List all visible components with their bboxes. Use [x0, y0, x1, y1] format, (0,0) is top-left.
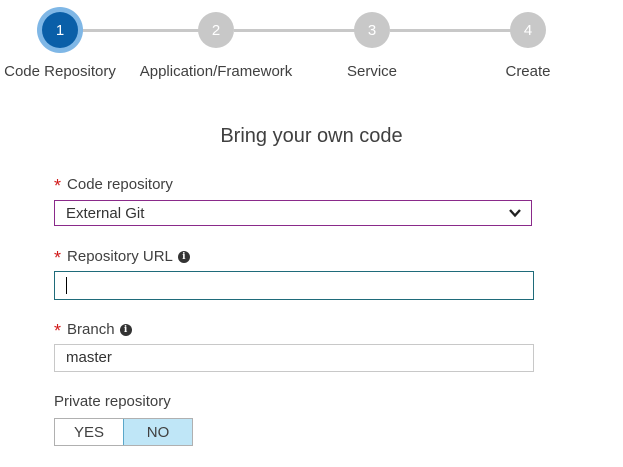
private-repository-label-text: Private repository: [54, 393, 171, 410]
wizard-stepper: 1 2 3 4 Code Repository Application/Fram…: [0, 0, 623, 90]
required-marker: *: [54, 176, 62, 196]
step-connector: [390, 29, 511, 32]
toggle-yes-button[interactable]: YES: [55, 419, 123, 445]
step-connector: [78, 29, 199, 32]
private-repository-label: Private repository: [54, 393, 171, 410]
required-marker: *: [54, 248, 62, 268]
step-3-label: Service: [346, 63, 398, 80]
private-repository-toggle: YES NO: [54, 418, 193, 446]
step-connector: [234, 29, 355, 32]
step-2-circle[interactable]: 2: [198, 12, 234, 48]
step-3-circle[interactable]: 3: [354, 12, 390, 48]
step-4-circle[interactable]: 4: [510, 12, 546, 48]
toggle-no-button[interactable]: NO: [123, 419, 192, 445]
info-icon[interactable]: i: [177, 250, 190, 263]
step-4-label: Create: [505, 63, 551, 80]
chevron-down-icon: [509, 209, 521, 218]
code-repository-select[interactable]: External Git: [54, 200, 532, 226]
branch-label-text: Branch: [67, 321, 115, 338]
branch-value: master: [66, 349, 112, 366]
branch-label: * Branch i: [54, 321, 132, 341]
code-repository-label: * Code repository: [54, 176, 173, 196]
step-2-label: Application/Framework: [139, 63, 293, 80]
code-repository-value: External Git: [66, 205, 145, 222]
required-marker: *: [54, 321, 62, 341]
step-1-label: Code Repository: [4, 63, 116, 80]
info-icon[interactable]: i: [119, 323, 132, 336]
code-repository-label-text: Code repository: [67, 176, 173, 193]
form-title: Bring your own code: [220, 125, 403, 147]
step-1-circle[interactable]: 1: [42, 12, 78, 48]
repository-url-label-text: Repository URL: [67, 248, 173, 265]
repository-url-label: * Repository URL i: [54, 248, 190, 268]
branch-input[interactable]: master: [54, 344, 534, 372]
text-cursor: [66, 277, 67, 294]
repository-url-input[interactable]: [54, 271, 534, 300]
